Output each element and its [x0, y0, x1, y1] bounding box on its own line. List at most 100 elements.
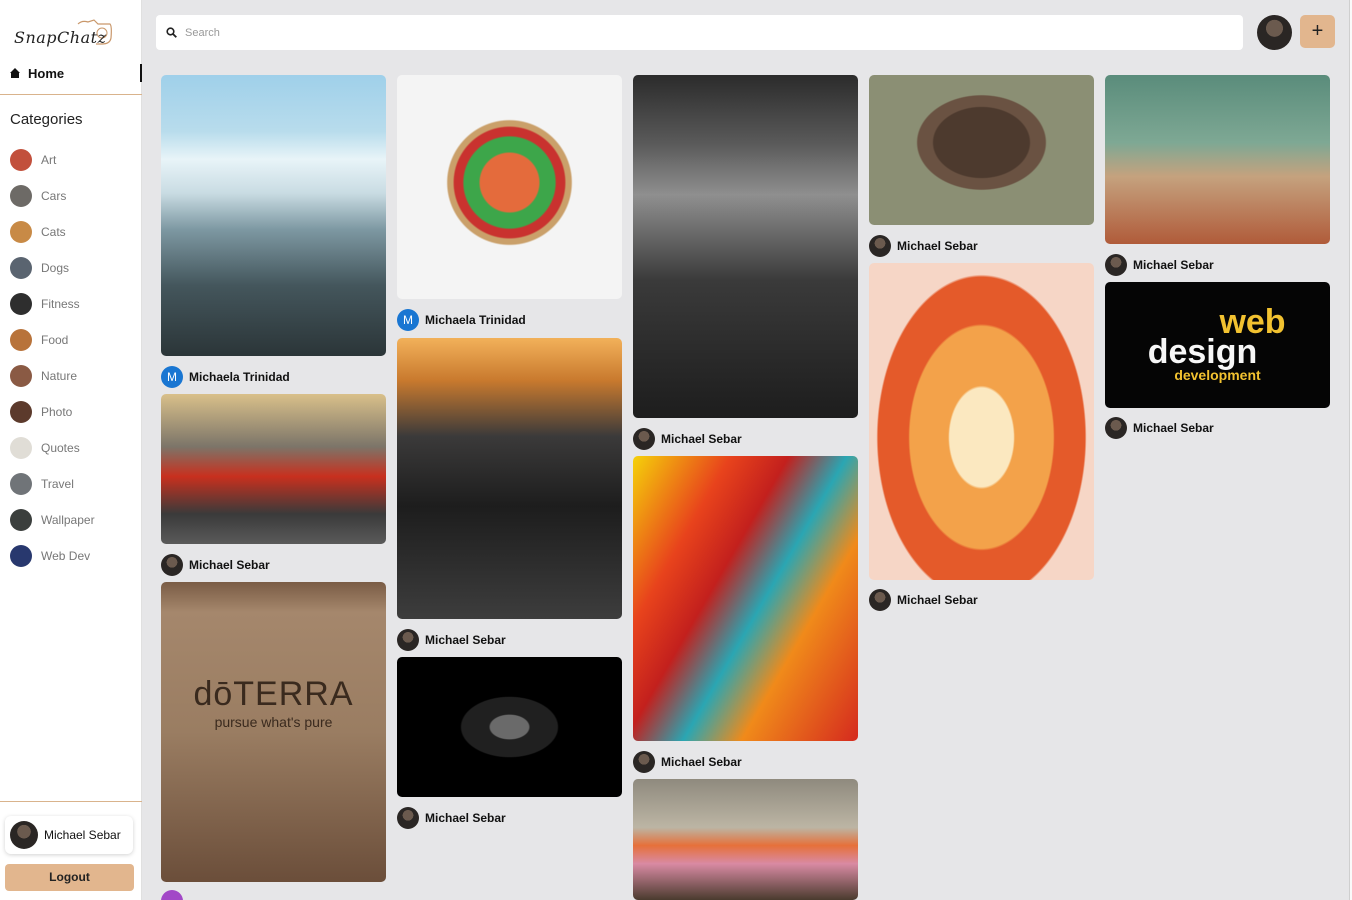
category-item-art[interactable]: Art [10, 142, 95, 178]
doterra-tagline-text: pursue what's pure [214, 713, 333, 730]
pin-author[interactable]: Michael Sebar [869, 235, 978, 257]
category-thumbnail [10, 293, 32, 315]
author-name: Michael Sebar [897, 239, 978, 253]
category-thumbnail [10, 437, 32, 459]
pin-image-salad-bowl[interactable] [397, 75, 622, 299]
category-thumbnail [10, 509, 32, 531]
pin-image-fox-painting[interactable] [869, 263, 1094, 580]
author-avatar [161, 554, 183, 576]
author-name: Michael Sebar [661, 432, 742, 446]
category-label: Food [41, 333, 69, 347]
pin-image-pumpkins[interactable] [633, 779, 858, 900]
pin-image-dark-runner[interactable] [397, 657, 622, 797]
author-avatar [1105, 417, 1127, 439]
category-item-quotes[interactable]: Quotes [10, 430, 95, 466]
pin-image-waterfall[interactable] [161, 75, 386, 356]
add-pin-button[interactable]: + [1300, 15, 1335, 48]
author-name: Michaela Trinidad [425, 313, 526, 327]
sidebar: SnapChatz Home Categories Art Cars Cats … [0, 0, 142, 900]
author-avatar [397, 807, 419, 829]
author-avatar [397, 629, 419, 651]
category-label: Fitness [41, 297, 80, 311]
category-thumbnail [10, 329, 32, 351]
author-avatar [633, 428, 655, 450]
pin-author[interactable]: Michael Sebar [633, 428, 742, 450]
pin-image-black-car[interactable] [397, 338, 622, 619]
pin-image-web-design[interactable]: web design development [1105, 282, 1330, 408]
category-item-travel[interactable]: Travel [10, 466, 95, 502]
pin-image-doterra-box[interactable]: dōTERRA pursue what's pure [161, 582, 386, 882]
category-item-web-dev[interactable]: Web Dev [10, 538, 95, 574]
nav-home[interactable]: Home [10, 64, 142, 82]
author-name: Michael Sebar [661, 755, 742, 769]
author-avatar: M [397, 309, 419, 331]
pin-image-dog[interactable] [869, 75, 1094, 225]
author-avatar [161, 890, 183, 900]
user-profile-card[interactable]: Michael Sebar [5, 816, 133, 854]
categories-title: Categories [10, 111, 83, 128]
logo-text: SnapChatz [14, 28, 107, 47]
app-logo[interactable]: SnapChatz [12, 18, 122, 52]
pin-author[interactable]: M Michaela Trinidad [161, 366, 290, 388]
author-name: Michael Sebar [189, 558, 270, 572]
author-avatar [633, 751, 655, 773]
category-label: Photo [41, 405, 73, 419]
author-name: Michael Sebar [425, 811, 506, 825]
category-item-cars[interactable]: Cars [10, 178, 95, 214]
design-word: design [1147, 333, 1258, 371]
author-avatar: M [161, 366, 183, 388]
author-avatar [869, 589, 891, 611]
pin-author[interactable]: Michael Sebar [397, 629, 506, 651]
category-label: Web Dev [41, 549, 91, 563]
pin-image-cat[interactable] [1105, 75, 1330, 244]
category-label: Wallpaper [41, 513, 95, 527]
search-icon [166, 27, 177, 38]
search-bar[interactable] [156, 15, 1243, 50]
pin-author[interactable]: Michael Sebar [397, 807, 506, 829]
home-icon [10, 68, 20, 78]
pin-image-fitness-rings[interactable] [633, 75, 858, 418]
divider [0, 94, 142, 95]
user-avatar [10, 821, 38, 849]
pin-author[interactable]: M Michaela Trinidad [397, 309, 526, 331]
category-thumbnail [10, 185, 32, 207]
category-item-cats[interactable]: Cats [10, 214, 95, 250]
user-name: Michael Sebar [44, 828, 121, 842]
pin-image-red-car[interactable] [161, 394, 386, 544]
category-item-fitness[interactable]: Fitness [10, 286, 95, 322]
pin-author[interactable]: Michael Sebar [633, 751, 742, 773]
logout-button[interactable]: Logout [5, 864, 134, 891]
search-input[interactable] [185, 26, 1185, 39]
category-thumbnail [10, 401, 32, 423]
header-user-avatar[interactable] [1257, 15, 1292, 50]
pin-image-abstract-paint[interactable] [633, 456, 858, 741]
author-avatar [869, 235, 891, 257]
category-thumbnail [10, 257, 32, 279]
pin-author[interactable]: Michael Sebar [869, 589, 978, 611]
category-item-wallpaper[interactable]: Wallpaper [10, 502, 95, 538]
pin-author[interactable] [161, 890, 183, 900]
divider [0, 801, 142, 802]
category-label: Art [41, 153, 57, 167]
author-name: Michael Sebar [425, 633, 506, 647]
pin-author[interactable]: Michael Sebar [161, 554, 270, 576]
category-list: Art Cars Cats Dogs Fitness Food Nature P… [10, 142, 95, 574]
nav-home-label: Home [28, 65, 65, 81]
category-thumbnail [10, 221, 32, 243]
category-label: Quotes [41, 441, 80, 455]
category-thumbnail [10, 545, 32, 567]
category-item-food[interactable]: Food [10, 322, 95, 358]
category-thumbnail [10, 149, 32, 171]
author-name: Michael Sebar [1133, 258, 1214, 272]
pin-author[interactable]: Michael Sebar [1105, 254, 1214, 276]
category-item-dogs[interactable]: Dogs [10, 250, 95, 286]
author-avatar [1105, 254, 1127, 276]
category-label: Nature [41, 369, 78, 383]
category-item-photo[interactable]: Photo [10, 394, 95, 430]
development-word: development [1174, 367, 1261, 383]
category-item-nature[interactable]: Nature [10, 358, 95, 394]
pin-author[interactable]: Michael Sebar [1105, 417, 1214, 439]
category-label: Dogs [41, 261, 70, 275]
category-label: Travel [41, 477, 74, 491]
doterra-brand-text: dōTERRA [193, 674, 354, 713]
